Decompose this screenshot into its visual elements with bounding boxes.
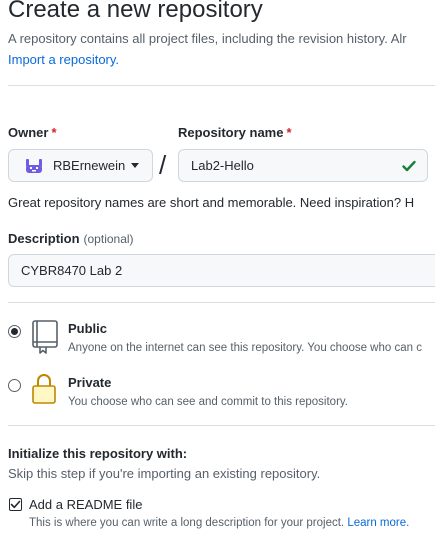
page-subtitle: A repository contains all project files,… — [8, 31, 407, 46]
optional-tag: (optional) — [83, 232, 134, 246]
repo-name-value: Lab2-Hello — [191, 158, 254, 173]
description-label-text: Description — [8, 231, 80, 246]
readme-description-text: This is where you can write a long descr… — [29, 517, 345, 529]
public-repo-icon — [32, 320, 58, 354]
page-title: Create a new repository — [8, 0, 263, 23]
description-label: Description (optional) — [8, 231, 134, 246]
learn-more-link[interactable]: Learn more. — [347, 517, 409, 529]
readme-label[interactable]: Add a README file — [29, 497, 142, 512]
owner-repo-separator: / — [159, 150, 167, 180]
chevron-down-icon — [131, 163, 140, 168]
public-title: Public — [68, 321, 108, 336]
owner-label-text: Owner — [8, 125, 49, 140]
lock-icon — [32, 374, 56, 404]
owner-dropdown[interactable]: RBErnewein — [8, 149, 153, 182]
required-marker: * — [51, 125, 57, 140]
private-title: Private — [68, 375, 112, 390]
private-radio[interactable] — [8, 379, 21, 392]
repo-name-label-text: Repository name — [178, 125, 284, 140]
valid-check-icon — [402, 160, 416, 172]
description-input[interactable]: CYBR8470 Lab 2 — [8, 254, 435, 287]
private-description: You choose who can see and commit to thi… — [68, 396, 348, 408]
owner-avatar-icon — [23, 155, 45, 177]
divider — [8, 302, 435, 303]
description-value: CYBR8470 Lab 2 — [21, 263, 123, 278]
divider — [8, 85, 435, 86]
readme-description: This is where you can write a long descr… — [29, 517, 409, 529]
divider — [8, 425, 435, 426]
create-repo-page: Create a new repository A repository con… — [0, 0, 435, 536]
repo-name-input[interactable]: Lab2-Hello — [178, 149, 428, 182]
initialize-title: Initialize this repository with: — [8, 446, 188, 461]
import-repository-link[interactable]: Import a repository. — [8, 52, 119, 67]
owner-label: Owner * — [8, 125, 57, 140]
public-radio[interactable] — [8, 325, 21, 338]
repo-name-label: Repository name * — [178, 125, 292, 140]
checkmark-icon — [10, 500, 21, 509]
repo-name-hint: Great repository names are short and mem… — [8, 195, 415, 210]
public-description: Anyone on the internet can see this repo… — [68, 342, 422, 354]
readme-checkbox[interactable] — [9, 498, 22, 511]
initialize-subtitle: Skip this step if you're importing an ex… — [8, 466, 321, 481]
required-marker: * — [286, 125, 292, 140]
owner-name: RBErnewein — [53, 158, 126, 173]
